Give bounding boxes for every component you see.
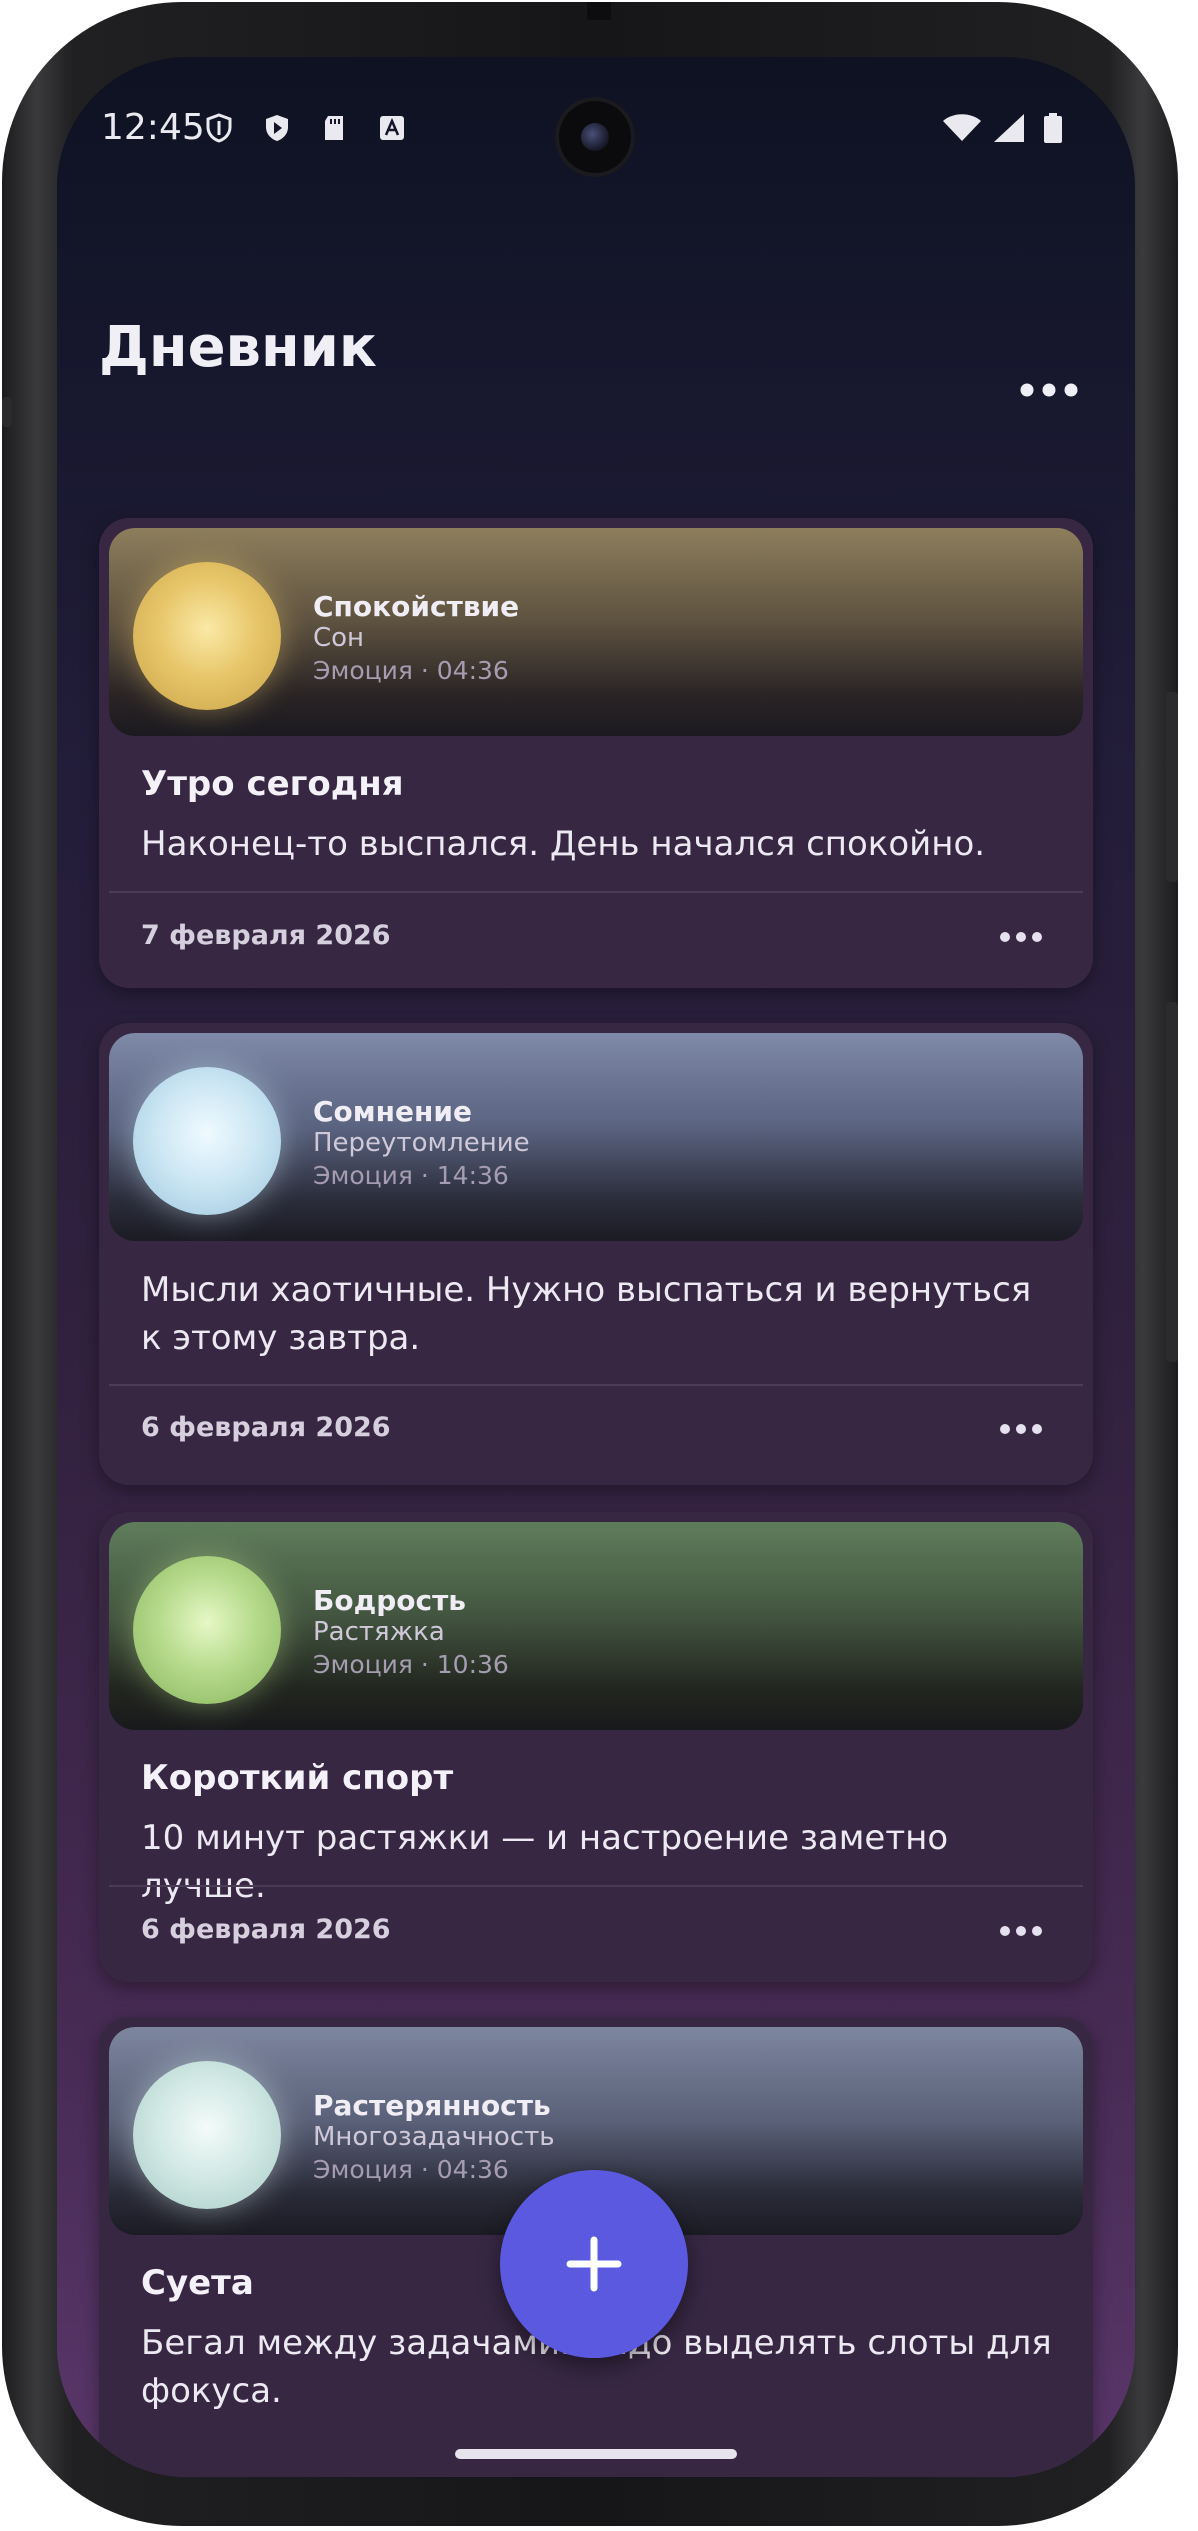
shield-icon bbox=[206, 113, 232, 143]
cellular-icon bbox=[994, 114, 1024, 142]
entry-more-icon[interactable] bbox=[997, 1921, 1045, 1941]
emotion-meta: Эмоция · 04:36 bbox=[313, 656, 509, 685]
emotion-header: Спокойствие Сон Эмоция · 04:36 bbox=[109, 528, 1083, 736]
phone-frame: 12:45 Дневник Спокойствие Сон Эмоция · 0… bbox=[2, 2, 1178, 2526]
emotion-tag: Растяжка bbox=[313, 1617, 445, 1647]
add-entry-button[interactable] bbox=[500, 2170, 688, 2358]
entry-title: Короткий спорт bbox=[141, 1758, 454, 1798]
emotion-orb bbox=[133, 2061, 281, 2209]
emotion-orb bbox=[133, 1556, 281, 1704]
plus-icon bbox=[566, 2236, 622, 2292]
card-divider bbox=[109, 891, 1083, 893]
entry-text: Мысли хаотичные. Нужно выспаться и верну… bbox=[141, 1270, 1032, 1358]
entry-date: 6 февраля 2026 bbox=[141, 1914, 391, 1945]
battery-icon bbox=[1044, 113, 1062, 143]
sd-card-icon bbox=[325, 116, 343, 140]
page-title: Дневник bbox=[99, 315, 377, 380]
entry-title: Суета bbox=[141, 2263, 254, 2303]
more-horizontal-icon[interactable] bbox=[1017, 375, 1081, 405]
screen: 12:45 Дневник Спокойствие Сон Эмоция · 0… bbox=[57, 57, 1135, 2477]
front-camera bbox=[555, 97, 635, 177]
entry-title: Утро сегодня bbox=[141, 764, 404, 804]
entry-date: 7 февраля 2026 bbox=[141, 920, 391, 951]
status-time: 12:45 bbox=[101, 107, 205, 148]
diary-entry-card[interactable]: Сомнение Переутомление Эмоция · 14:36 Мы… bbox=[99, 1023, 1093, 1485]
entry-text: Наконец-то выспался. День начался спокой… bbox=[141, 824, 986, 864]
home-indicator[interactable] bbox=[455, 2449, 737, 2459]
emotion-name: Растерянность bbox=[313, 2089, 551, 2122]
emotion-tag: Многозадачность bbox=[313, 2122, 555, 2152]
emotion-tag: Переутомление bbox=[313, 1128, 530, 1158]
emotion-header: Бодрость Растяжка Эмоция · 10:36 bbox=[109, 1522, 1083, 1730]
entry-more-icon[interactable] bbox=[997, 927, 1045, 947]
entry-text: 10 минут растяжки — и настроение заметно… bbox=[141, 1818, 949, 1906]
card-divider bbox=[109, 1384, 1083, 1386]
font-icon bbox=[380, 116, 404, 140]
diary-entry-card[interactable]: Спокойствие Сон Эмоция · 04:36 Утро сего… bbox=[99, 518, 1093, 988]
emotion-meta: Эмоция · 04:36 bbox=[313, 2155, 509, 2184]
emotion-meta: Эмоция · 10:36 bbox=[313, 1650, 509, 1679]
diary-entry-card[interactable]: Бодрость Растяжка Эмоция · 10:36 Коротки… bbox=[99, 1512, 1093, 1982]
status-bar: 12:45 bbox=[57, 57, 1135, 207]
emotion-name: Сомнение bbox=[313, 1095, 472, 1128]
wifi-icon bbox=[943, 114, 981, 141]
emotion-orb bbox=[133, 562, 281, 710]
emotion-name: Спокойствие bbox=[313, 590, 520, 623]
volume-button bbox=[1166, 1002, 1178, 1362]
emotion-tag: Сон bbox=[313, 623, 365, 653]
side-button-left bbox=[2, 397, 12, 427]
emotion-header: Сомнение Переутомление Эмоция · 14:36 bbox=[109, 1033, 1083, 1241]
emotion-meta: Эмоция · 14:36 bbox=[313, 1161, 509, 1190]
power-button bbox=[1166, 692, 1178, 882]
card-divider bbox=[109, 1885, 1083, 1887]
entry-more-icon[interactable] bbox=[997, 1419, 1045, 1439]
emotion-orb bbox=[133, 1067, 281, 1215]
antenna-notch bbox=[587, 2, 611, 20]
entry-date: 6 февраля 2026 bbox=[141, 1412, 391, 1443]
play-protect-icon bbox=[266, 115, 288, 141]
emotion-name: Бодрость bbox=[313, 1584, 467, 1617]
